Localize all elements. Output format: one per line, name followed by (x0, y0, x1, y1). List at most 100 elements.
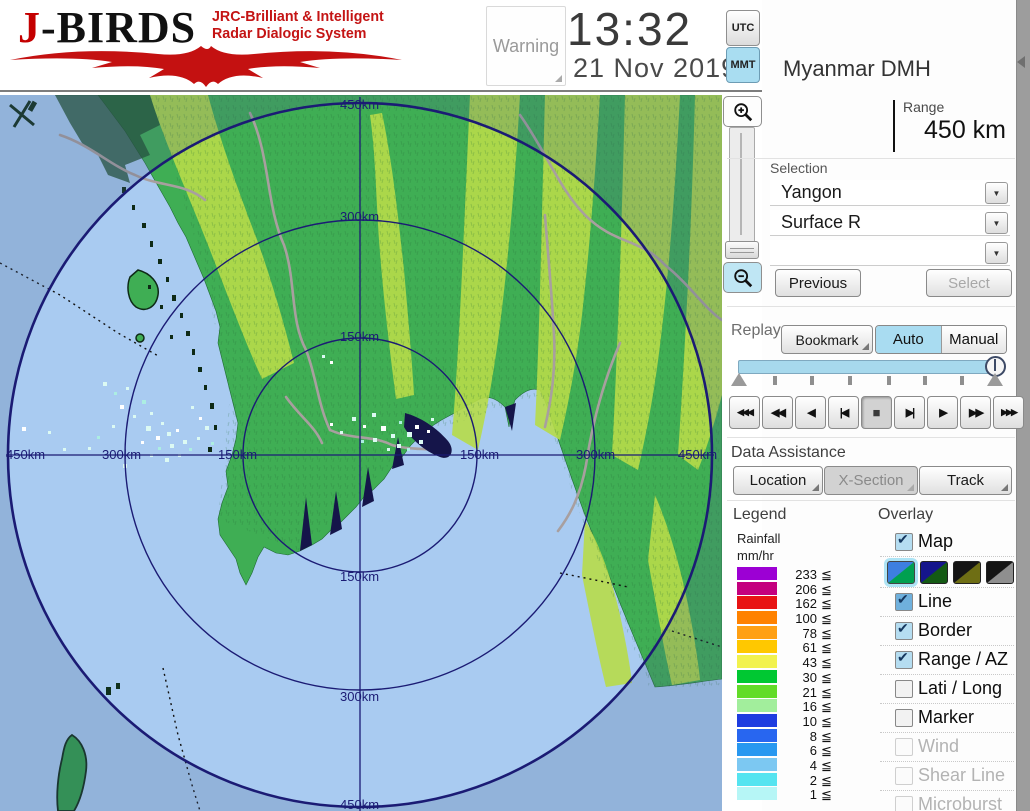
legend-color-swatch (737, 758, 777, 771)
legend-value: 233 (783, 567, 817, 582)
zoom-in-button[interactable] (723, 96, 762, 127)
track-corner-triangle-icon (1001, 484, 1008, 491)
ring-label-left-300: 300km (102, 447, 141, 462)
radar-echo-pixel (407, 432, 412, 437)
warning-button[interactable]: Warning (486, 6, 566, 86)
station-title: Myanmar DMH (783, 56, 931, 82)
selection-dropdown-extra[interactable]: ▼ (770, 240, 1010, 266)
location-button[interactable]: Location (733, 466, 823, 495)
checkbox-lati-long[interactable] (895, 680, 913, 698)
utc-button[interactable]: UTC (726, 10, 760, 46)
radar-map[interactable]: 450km 300km 150km 150km 300km 450km 450k… (0, 95, 722, 811)
legend-color-swatch (737, 714, 777, 727)
legend-row: 162≦ (737, 596, 847, 609)
zoom-slider-thumb[interactable] (725, 241, 759, 259)
legend-lte-symbol: ≦ (821, 567, 832, 583)
x-section-button[interactable]: X-Section (824, 466, 918, 495)
play-reverse-button[interactable]: ◀ (795, 396, 826, 429)
play-button[interactable]: ▶ (927, 396, 958, 429)
radar-echo-pixel (165, 458, 169, 462)
manual-button[interactable]: Manual (941, 326, 1007, 353)
overlay-row-microburst: Microburst (880, 791, 1014, 811)
replay-slider-track[interactable] (738, 360, 992, 374)
legend-row: 1≦ (737, 787, 847, 800)
data-assistance-label: Data Assistance (731, 444, 846, 462)
legend-value: 2 (783, 773, 817, 788)
replay-slider-tick (960, 376, 964, 385)
overlay-list: ✔Map✔Line✔Border✔Range / AZLati / LongMa… (880, 528, 1014, 811)
track-button[interactable]: Track (919, 466, 1012, 495)
radar-echo-pixel (22, 427, 26, 431)
radar-echo-pixel (120, 405, 124, 409)
ring-label-left-150: 150km (218, 447, 257, 462)
x-section-corner-triangle-icon (907, 484, 914, 491)
check-icon: ✔ (897, 531, 909, 548)
legend-value: 78 (783, 626, 817, 641)
bookmark-button[interactable]: Bookmark (781, 325, 873, 354)
zoom-out-button[interactable] (723, 262, 762, 293)
overlay-row-marker: Marker (880, 704, 1014, 733)
checkbox-line[interactable]: ✔ (895, 593, 913, 611)
legend-color-swatch (737, 685, 777, 698)
legend-value: 6 (783, 743, 817, 758)
ring-label-top-300: 300km (340, 209, 379, 224)
selection-site-value: Yangon (781, 182, 842, 203)
checkbox-map[interactable]: ✔ (895, 533, 913, 551)
overlay-row-wind: Wind (880, 733, 1014, 762)
legend-value: 206 (783, 582, 817, 597)
radar-echo-pixel (330, 361, 333, 364)
checkbox-range-az[interactable]: ✔ (895, 651, 913, 669)
legend-color-swatch (737, 655, 777, 668)
mmt-button[interactable]: MMT (726, 47, 760, 83)
rewind-button[interactable]: ◀◀ (762, 396, 793, 429)
chevron-down-icon[interactable]: ▼ (985, 212, 1008, 234)
step-back-button[interactable]: |◀ (828, 396, 859, 429)
replay-range-start-marker[interactable] (731, 373, 747, 386)
replay-range-end-marker[interactable] (987, 373, 1003, 386)
radar-echo-pixel (397, 444, 401, 448)
map-style-swatch-2[interactable] (920, 561, 948, 584)
radar-echo-pixel (63, 448, 66, 451)
radar-echo-pixel (361, 440, 364, 443)
legend-row: 78≦ (737, 626, 847, 639)
header-bottom-rule (0, 90, 762, 92)
replay-slider-tick (923, 376, 927, 385)
selection-dropdown-site[interactable]: Yangon ▼ (770, 180, 1010, 206)
chevron-down-icon[interactable]: ▼ (985, 242, 1008, 264)
forward-button[interactable]: ▶▶ (960, 396, 991, 429)
checkbox-marker[interactable] (895, 709, 913, 727)
zoom-slider-track[interactable] (729, 127, 755, 243)
ring-label-right-300: 300km (576, 447, 615, 462)
legend-value: 10 (783, 714, 817, 729)
legend-value: 8 (783, 729, 817, 744)
select-button[interactable]: Select (926, 269, 1012, 297)
auto-button[interactable]: Auto (876, 326, 941, 353)
checkbox-wind (895, 738, 913, 756)
checkbox-shear-line (895, 767, 913, 785)
map-style-swatch-3[interactable] (953, 561, 981, 584)
radar-echo-pixel (97, 436, 100, 439)
map-style-swatch-1[interactable] (887, 561, 915, 584)
collapse-arrow-icon[interactable] (1017, 56, 1025, 68)
radar-echo-pixel (363, 425, 366, 428)
previous-button[interactable]: Previous (775, 269, 861, 297)
check-icon: ✔ (897, 620, 909, 637)
radar-echo-pixel (189, 448, 192, 451)
legend-color-swatch (737, 611, 777, 624)
map-style-swatch-4[interactable] (986, 561, 1014, 584)
checkbox-border[interactable]: ✔ (895, 622, 913, 640)
radar-echo-pixel (211, 442, 214, 445)
step-forward-button[interactable]: ▶| (894, 396, 925, 429)
chevron-down-icon[interactable]: ▼ (985, 182, 1008, 204)
radar-echo-pixel (156, 436, 160, 440)
clock-date: 21 Nov 2019 (573, 53, 737, 84)
radar-echo-pixel (146, 426, 151, 431)
replay-slider-tick (848, 376, 852, 385)
rewind-fast-button[interactable]: ◀◀◀ (729, 396, 760, 429)
forward-fast-button[interactable]: ▶▶▶ (993, 396, 1024, 429)
stop-button[interactable]: ■ (861, 396, 892, 429)
selection-dropdown-product[interactable]: Surface R ▼ (770, 210, 1010, 236)
legend-lte-symbol: ≦ (821, 640, 832, 656)
legend-value: 16 (783, 699, 817, 714)
legend-color-swatch (737, 582, 777, 595)
